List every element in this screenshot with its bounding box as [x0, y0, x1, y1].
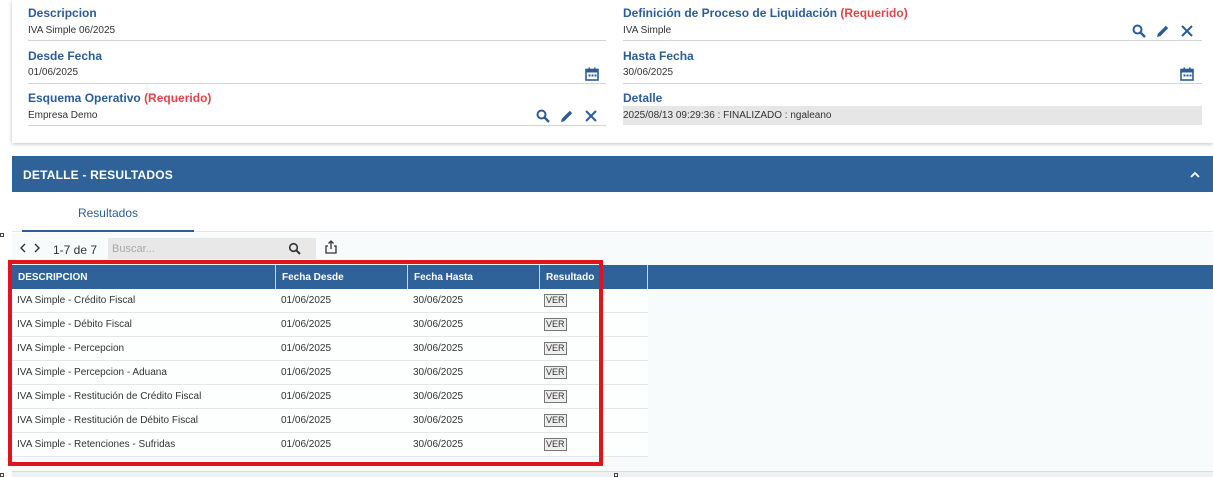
- definicion-field[interactable]: Definición de Proceso de Liquidación (Re…: [623, 6, 1202, 42]
- column-header-fecha-hasta[interactable]: Fecha Hasta: [408, 265, 540, 289]
- cell-descripcion: IVA Simple - Restitución de Débito Fisca…: [17, 415, 199, 426]
- column-header-resultado[interactable]: Resultado: [540, 265, 648, 289]
- table-row[interactable]: IVA Simple - Restitución de Débito Fisca…: [12, 409, 648, 433]
- descripcion-underline: [28, 40, 606, 41]
- cell-fecha-hasta: 30/06/2025: [413, 343, 464, 354]
- definicion-label-text: Definición de Proceso de Liquidación: [623, 6, 838, 20]
- table-row[interactable]: IVA Simple - Débito Fiscal 01/06/2025 30…: [12, 313, 648, 337]
- export-icon[interactable]: [324, 240, 338, 254]
- cell-descripcion: IVA Simple - Débito Fiscal: [17, 319, 132, 330]
- ver-button[interactable]: VER: [544, 390, 567, 403]
- ver-button[interactable]: VER: [544, 342, 567, 355]
- definicion-label: Definición de Proceso de Liquidación (Re…: [623, 6, 1202, 20]
- table-row[interactable]: IVA Simple - Percepcion 01/06/2025 30/06…: [12, 337, 648, 361]
- esquema-operativo-label: Esquema Operativo (Requerido): [28, 91, 606, 105]
- desde-fecha-field[interactable]: Desde Fecha 01/06/2025: [28, 49, 606, 85]
- desde-fecha-value[interactable]: 01/06/2025: [28, 67, 78, 78]
- chevron-left-icon[interactable]: [16, 241, 30, 255]
- tab-strip: Resultados: [12, 192, 1213, 232]
- ver-button[interactable]: VER: [544, 414, 567, 427]
- tab-resultados[interactable]: Resultados: [22, 192, 194, 232]
- cell-fecha-desde: 01/06/2025: [281, 319, 332, 330]
- form-card: Descripcion IVA Simple 06/2025 Definició…: [12, 0, 1213, 143]
- descripcion-value[interactable]: IVA Simple 06/2025: [28, 25, 115, 36]
- definicion-underline: [623, 40, 1202, 41]
- search-icon[interactable]: [535, 108, 551, 124]
- calendar-icon[interactable]: [1179, 66, 1195, 82]
- esquema-actions: [535, 108, 599, 124]
- cell-fecha-hasta: 30/06/2025: [413, 439, 464, 450]
- ver-button[interactable]: VER: [544, 294, 567, 307]
- pager-text: 1-7 de 7: [53, 243, 98, 257]
- esquema-operativo-value[interactable]: Empresa Demo: [28, 110, 97, 121]
- descripcion-label: Descripcion: [28, 6, 97, 20]
- grid-toolbar: 1-7 de 7: [12, 237, 612, 261]
- table-row[interactable]: IVA Simple - Retenciones - Sufridas 01/0…: [12, 433, 648, 457]
- cell-fecha-hasta: 30/06/2025: [413, 367, 464, 378]
- esquema-required-tag: (Requerido): [144, 91, 212, 105]
- cell-fecha-desde: 01/06/2025: [281, 439, 332, 450]
- selection-handle[interactable]: [0, 233, 4, 237]
- pencil-icon[interactable]: [1155, 23, 1171, 39]
- ver-button[interactable]: VER: [544, 318, 567, 331]
- chevron-right-icon[interactable]: [30, 241, 44, 255]
- hasta-fecha-value[interactable]: 30/06/2025: [623, 67, 673, 78]
- search-icon[interactable]: [288, 242, 302, 256]
- detalle-label: Detalle: [623, 91, 663, 105]
- bottom-scrollbar[interactable]: [12, 471, 1213, 477]
- detalle-resultados-header[interactable]: DETALLE - RESULTADOS: [12, 156, 1213, 192]
- column-header-descripcion[interactable]: DESCRIPCION: [12, 265, 276, 289]
- definicion-required-tag: (Requerido): [840, 6, 908, 20]
- table-row[interactable]: IVA Simple - Percepcion - Aduana 01/06/2…: [12, 361, 648, 385]
- selection-handle[interactable]: [0, 473, 4, 477]
- cell-fecha-desde: 01/06/2025: [281, 295, 332, 306]
- cell-fecha-desde: 01/06/2025: [281, 391, 332, 402]
- definicion-value[interactable]: IVA Simple: [623, 25, 671, 36]
- desde-fecha-label: Desde Fecha: [28, 49, 103, 63]
- search-box[interactable]: [108, 238, 316, 259]
- cell-fecha-hasta: 30/06/2025: [413, 391, 464, 402]
- cell-fecha-desde: 01/06/2025: [281, 343, 332, 354]
- search-input[interactable]: [112, 241, 282, 256]
- cell-fecha-hasta: 30/06/2025: [413, 319, 464, 330]
- column-header-fecha-desde[interactable]: Fecha Desde: [276, 265, 408, 289]
- grid-header: DESCRIPCION Fecha Desde Fecha Hasta Resu…: [12, 265, 1213, 289]
- close-icon[interactable]: [583, 108, 599, 124]
- desde-fecha-underline: [28, 83, 606, 84]
- cell-descripcion: IVA Simple - Restitución de Crédito Fisc…: [17, 391, 202, 402]
- cell-fecha-desde: 01/06/2025: [281, 367, 332, 378]
- table-row[interactable]: IVA Simple - Restitución de Crédito Fisc…: [12, 385, 648, 409]
- cell-fecha-hasta: 30/06/2025: [413, 415, 464, 426]
- close-icon[interactable]: [1179, 23, 1195, 39]
- descripcion-field[interactable]: Descripcion IVA Simple 06/2025: [28, 6, 606, 42]
- chevron-up-icon[interactable]: [1189, 168, 1201, 180]
- cell-descripcion: IVA Simple - Crédito Fiscal: [17, 295, 136, 306]
- esquema-operativo-field[interactable]: Esquema Operativo (Requerido) Empresa De…: [28, 91, 606, 127]
- ver-button[interactable]: VER: [544, 438, 567, 451]
- selection-handle[interactable]: [614, 473, 618, 477]
- section-title: DETALLE - RESULTADOS: [23, 168, 173, 182]
- grid-body: IVA Simple - Crédito Fiscal 01/06/2025 3…: [12, 289, 648, 457]
- cell-descripcion: IVA Simple - Retenciones - Sufridas: [17, 439, 176, 450]
- calendar-icon[interactable]: [584, 66, 600, 82]
- ver-button[interactable]: VER: [544, 366, 567, 379]
- hasta-fecha-label: Hasta Fecha: [623, 49, 694, 63]
- definicion-actions: [1131, 23, 1195, 39]
- cell-fecha-desde: 01/06/2025: [281, 415, 332, 426]
- esquema-label-text: Esquema Operativo: [28, 91, 141, 105]
- table-row[interactable]: IVA Simple - Crédito Fiscal 01/06/2025 3…: [12, 289, 648, 313]
- hasta-fecha-underline: [623, 83, 1202, 84]
- detalle-value: 2025/08/13 09:29:36 : FINALIZADO : ngale…: [623, 106, 1202, 125]
- cell-descripcion: IVA Simple - Percepcion: [17, 343, 125, 354]
- cell-descripcion: IVA Simple - Percepcion - Aduana: [17, 367, 167, 378]
- pencil-icon[interactable]: [559, 108, 575, 124]
- esquema-operativo-underline: [28, 125, 606, 126]
- search-icon[interactable]: [1131, 23, 1147, 39]
- detalle-field: Detalle 2025/08/13 09:29:36 : FINALIZADO…: [623, 91, 1202, 127]
- hasta-fecha-field[interactable]: Hasta Fecha 30/06/2025: [623, 49, 1202, 85]
- cell-fecha-hasta: 30/06/2025: [413, 295, 464, 306]
